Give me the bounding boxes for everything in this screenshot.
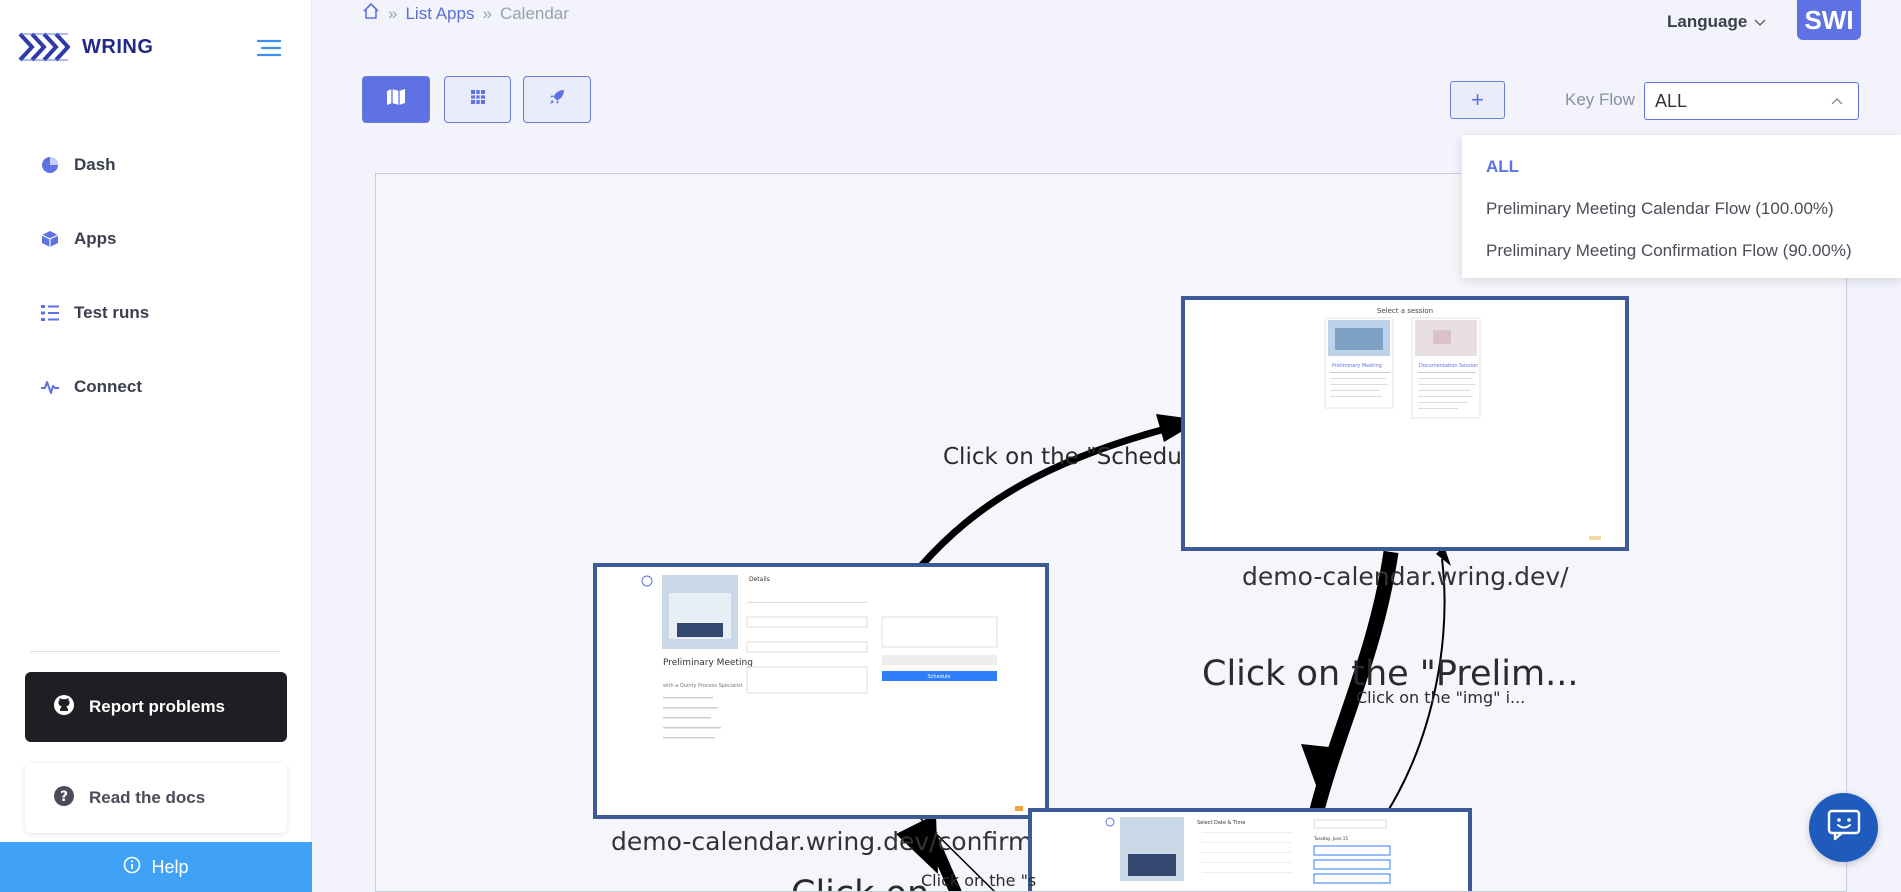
breadcrumb-list-apps[interactable]: List Apps — [405, 4, 474, 24]
thumb-item: Tuesday, June 15 — [1313, 836, 1348, 841]
svg-text:?: ? — [60, 789, 68, 805]
map-icon — [386, 88, 406, 111]
key-flow-option-calendar-flow[interactable]: Preliminary Meeting Calendar Flow (100.0… — [1462, 189, 1901, 231]
key-flow-option-confirmation-flow[interactable]: Preliminary Meeting Confirmation Flow (9… — [1462, 231, 1901, 273]
graph-node-root[interactable]: Select a session Preliminary Meeting Doc… — [1181, 296, 1629, 551]
report-problems-button[interactable]: Report problems — [25, 672, 287, 742]
language-label: Language — [1667, 12, 1748, 31]
thumb-item: Preliminary Meeting — [1332, 363, 1382, 369]
thumb-item: Schedule — [928, 674, 951, 680]
sidebar-item-connect[interactable]: Connect — [0, 350, 311, 424]
key-flow-option-all[interactable]: ALL — [1462, 147, 1901, 189]
pulse-icon — [40, 377, 60, 397]
breadcrumb-current: Calendar — [499, 3, 569, 23]
graph-node-confirm[interactable]: Preliminary Meeting with a Quinty Proces… — [593, 563, 1049, 819]
breadcrumb-separator: » — [388, 3, 398, 23]
menu-toggle-icon[interactable] — [256, 38, 282, 58]
language-dropdown[interactable]: Language — [1667, 12, 1767, 32]
sidebar-nav: Dash Apps Test runs Connect — [0, 128, 311, 424]
page-thumbnail: Preliminary Meeting with a Quinty Proces… — [597, 567, 1045, 815]
sidebar-item-label: Test runs — [74, 303, 150, 322]
wring-logo-icon — [18, 32, 70, 62]
read-docs-button[interactable]: ? Read the docs — [25, 763, 287, 833]
grid-view-button[interactable] — [444, 76, 511, 123]
node-url-confirm: demo-calendar.wring.dev/confirm — [611, 827, 1033, 856]
question-circle-icon: ? — [53, 785, 75, 812]
report-problems-label: Report problems — [89, 697, 226, 716]
sidebar-item-apps[interactable]: Apps — [0, 202, 311, 276]
help-label: Help — [151, 856, 189, 877]
help-button[interactable]: Help — [0, 842, 312, 892]
chevron-up-icon — [1830, 91, 1844, 112]
edge-label-bottom: Click on... — [791, 874, 963, 891]
sidebar-item-dash[interactable]: Dash — [0, 128, 311, 202]
read-docs-label: Read the docs — [89, 788, 206, 807]
thumb-item: Documentation Session — [1419, 363, 1478, 369]
graph-node-calendar[interactable]: Select Date & Time Tuesday, June 15 — [1028, 808, 1472, 891]
sidebar-item-test-runs[interactable]: Test runs — [0, 276, 311, 350]
thumb-item: Preliminary Meeting — [663, 658, 753, 668]
sidebar-item-label: Connect — [74, 377, 142, 396]
thumb-title: Details — [749, 576, 770, 583]
key-flow-select[interactable]: ALL — [1644, 82, 1859, 120]
rocket-icon — [548, 88, 566, 111]
thumb-item: with a Quinty Process Specialist — [663, 683, 743, 689]
chevron-down-icon — [1753, 12, 1767, 32]
sidebar-item-label: Dash — [74, 155, 116, 174]
cube-icon — [40, 229, 60, 249]
avatar[interactable]: SWI — [1797, 0, 1861, 40]
key-flow-label: Key Flow — [1565, 90, 1635, 109]
key-flow-selected-value: ALL — [1655, 90, 1688, 111]
flow-graph-canvas[interactable]: Select a session Preliminary Meeting Doc… — [375, 173, 1847, 892]
pie-chart-icon — [40, 155, 60, 175]
page-thumbnail: Select a session Preliminary Meeting Doc… — [1185, 300, 1625, 547]
edge-label-schedule: Click on the "Schedu — [943, 444, 1182, 470]
sidebar: WRING Dash Apps Test runs Connect Report… — [0, 0, 312, 892]
github-icon — [53, 694, 75, 721]
thumb-title: Select a session — [1377, 307, 1433, 315]
brand[interactable]: WRING — [18, 30, 153, 64]
sidebar-item-label: Apps — [74, 229, 117, 248]
add-button[interactable]: + — [1450, 81, 1505, 119]
page-thumbnail: Select Date & Time Tuesday, June 15 — [1032, 812, 1468, 891]
grid-icon — [470, 89, 486, 110]
home-icon[interactable] — [362, 2, 380, 25]
sidebar-divider — [30, 651, 280, 652]
chat-button[interactable] — [1809, 793, 1878, 862]
key-flow-menu: ALL Preliminary Meeting Calendar Flow (1… — [1462, 135, 1901, 278]
map-view-button[interactable] — [362, 76, 430, 123]
chat-bot-icon — [1827, 809, 1861, 846]
info-circle-icon — [123, 856, 141, 879]
brand-name: WRING — [82, 35, 154, 58]
breadcrumb: » List Apps » Calendar — [362, 2, 569, 25]
list-icon — [40, 303, 60, 323]
node-url-root: demo-calendar.wring.dev/ — [1242, 562, 1569, 591]
thumb-title: Select Date & Time — [1197, 820, 1245, 826]
run-view-button[interactable] — [523, 76, 591, 123]
edge-label-img: Click on the "img" i... — [1356, 688, 1526, 707]
breadcrumb-separator: » — [482, 3, 492, 23]
